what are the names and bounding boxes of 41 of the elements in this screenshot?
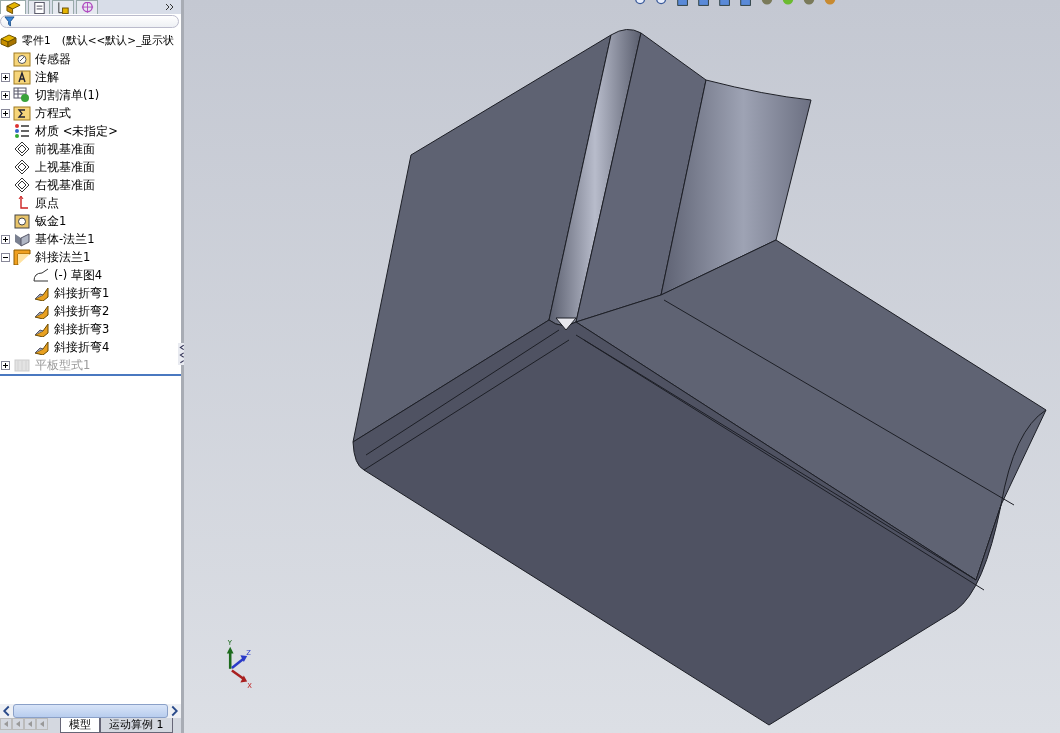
tree-item[interactable]: 零件1 (默认<<默认>_显示状 [22, 34, 175, 48]
tree-item[interactable]: 注解 [35, 69, 59, 85]
filter-field[interactable] [0, 15, 179, 28]
tree-item[interactable]: 斜接折弯2 [54, 303, 110, 319]
tree-item[interactable]: 切割清单(1) [35, 87, 100, 103]
parts-icon [5, 1, 21, 14]
document-tab[interactable]: 模型 [60, 718, 100, 733]
tree-item[interactable]: 斜接法兰1 [35, 249, 91, 265]
tree-item[interactable]: (-) 草图4 [54, 267, 103, 283]
crosshair-icon [79, 1, 95, 14]
tree-item[interactable]: 基体-法兰1 [35, 231, 95, 247]
tree-item[interactable]: 斜接折弯1 [54, 285, 110, 301]
manager-tab[interactable] [28, 0, 50, 14]
tree-item[interactable]: 斜接折弯3 [54, 321, 110, 337]
document-tab[interactable]: 运动算例 1 [100, 718, 173, 733]
expand-toggle-icon[interactable] [1, 108, 10, 118]
manager-tab[interactable] [76, 0, 98, 14]
scrollbar-thumb[interactable] [13, 704, 168, 718]
y-axis-arrow [226, 646, 234, 669]
scroll-right-icon[interactable] [170, 705, 179, 717]
configuration-icon [55, 1, 71, 14]
tree-item[interactable]: 斜接折弯4 [54, 339, 110, 355]
tree-item[interactable]: 右视基准面 [35, 177, 95, 193]
expand-toggle-icon[interactable] [1, 90, 10, 100]
expand-toggle-icon[interactable] [1, 234, 10, 244]
tree-item[interactable]: 原点 [35, 195, 59, 211]
tree-item[interactable]: 传感器 [35, 51, 71, 67]
x-axis-arrow [231, 669, 248, 683]
expand-toggle-icon[interactable] [1, 72, 10, 82]
expand-toggle-icon[interactable] [1, 252, 10, 262]
z-axis-arrow [231, 655, 248, 669]
manager-tab[interactable] [0, 0, 26, 14]
tree-item[interactable]: 钣金1 [35, 213, 67, 229]
manager-tab[interactable] [52, 0, 74, 14]
scroll-left-icon[interactable] [2, 705, 11, 717]
filter-icon [4, 16, 15, 27]
more-icon[interactable] [165, 3, 175, 11]
tree-item[interactable]: 材质 <未指定> [35, 123, 118, 139]
tree-item[interactable]: 前视基准面 [35, 141, 95, 157]
tree-item[interactable]: 上视基准面 [35, 159, 95, 175]
tree-item[interactable]: 方程式 [35, 105, 71, 121]
